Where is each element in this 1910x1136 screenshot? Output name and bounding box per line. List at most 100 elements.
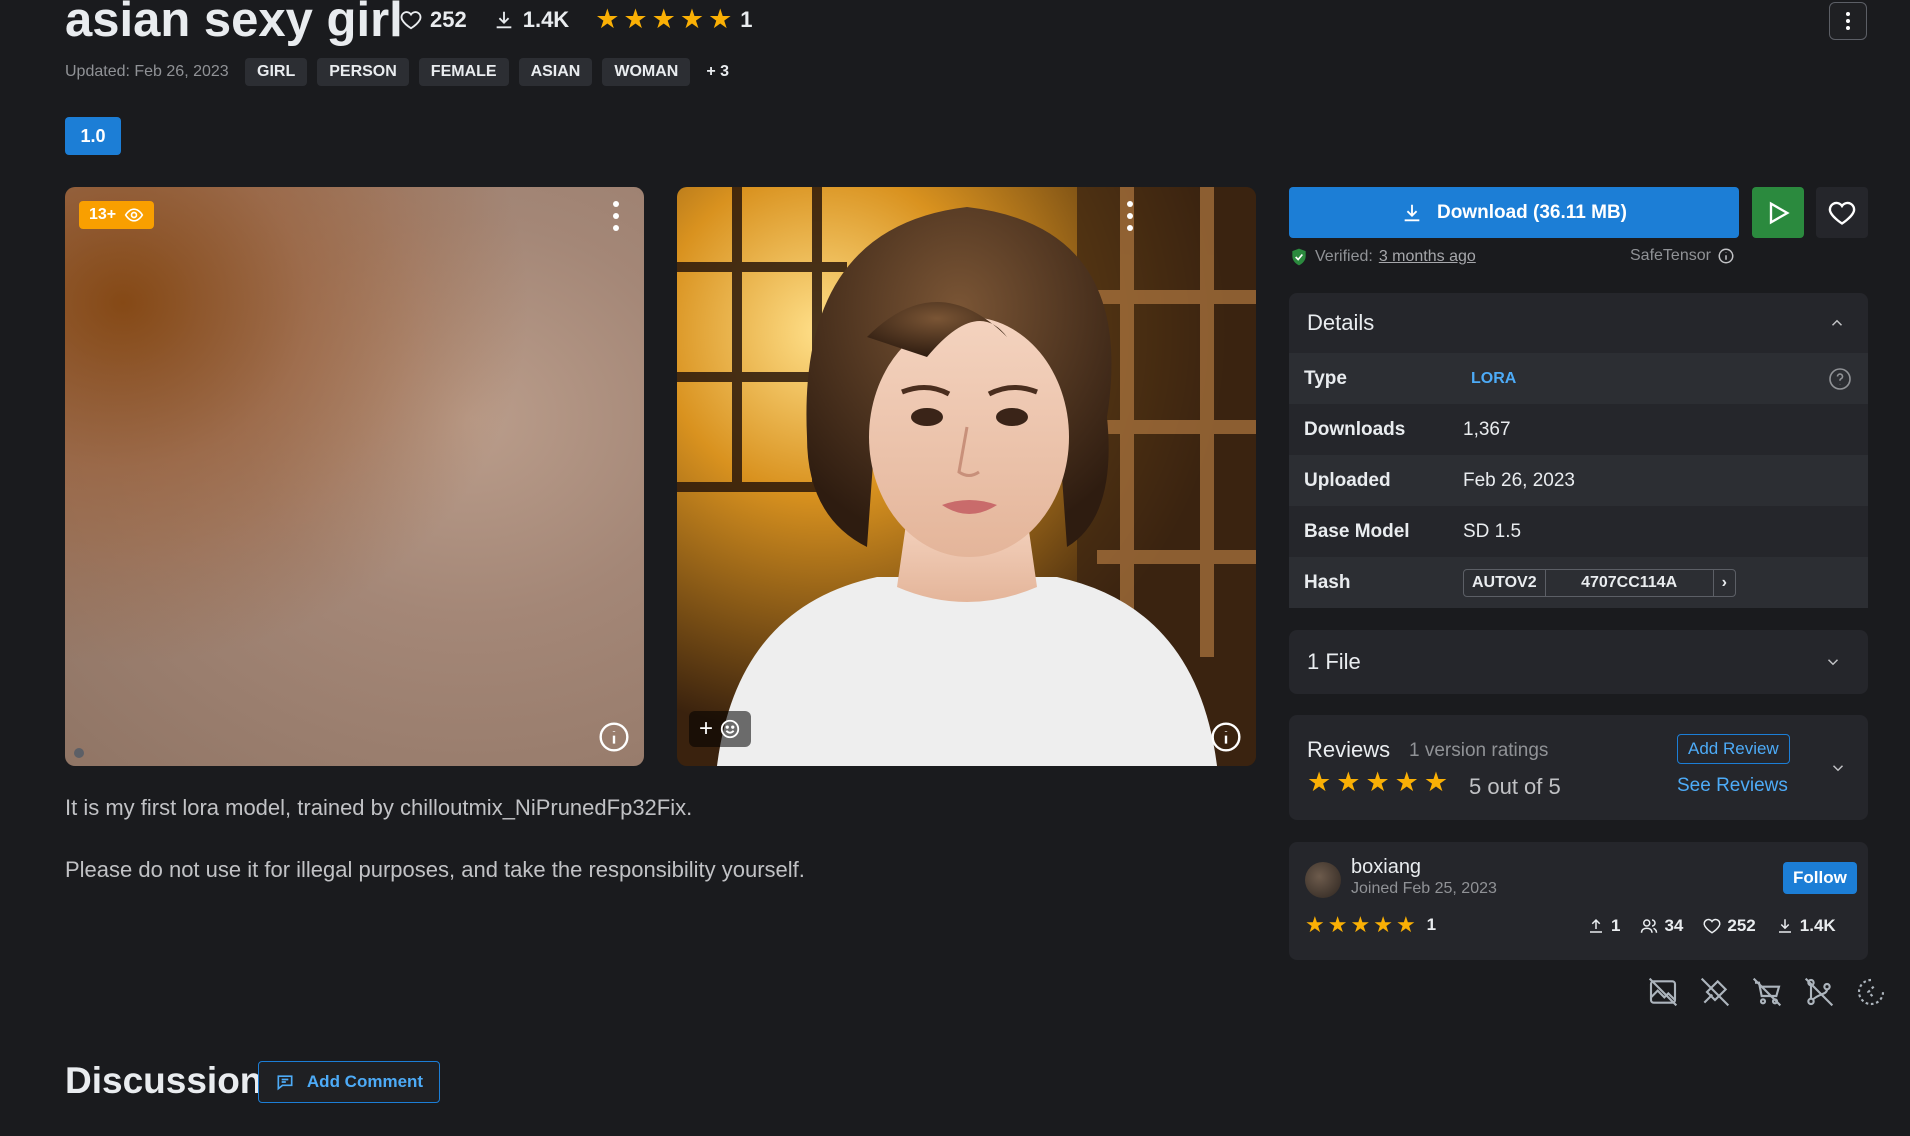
star-icon: ★ <box>1423 767 1449 797</box>
star-icon: ★ <box>1327 912 1348 937</box>
plus-icon: + <box>699 715 714 742</box>
download-icon <box>496 11 512 28</box>
star-icon: ★ <box>1365 767 1390 797</box>
detail-value: SD 1.5 <box>1463 520 1522 542</box>
reviews-count: 1 version ratings <box>1409 740 1549 761</box>
eye-icon <box>124 208 144 222</box>
info-icon[interactable] <box>1210 721 1242 753</box>
updated-date: Updated: Feb 26, 2023 <box>65 63 229 80</box>
detail-row-type: Type LORA <box>1289 353 1868 404</box>
star-icon: ★ <box>1373 912 1393 937</box>
star-icon: ★ <box>651 4 676 34</box>
model-preview-image[interactable]: + <box>677 187 1256 766</box>
heart-icon <box>1828 201 1856 225</box>
format-label: SafeTensor <box>1630 247 1711 264</box>
page-title: asian sexy girl <box>65 0 403 47</box>
details-panel: Details Type LORA Downloads 1,367 Upload… <box>1289 293 1868 608</box>
download-icon <box>1778 919 1791 933</box>
download-label: Download (36.11 MB) <box>1436 201 1628 223</box>
avatar[interactable] <box>1305 862 1341 898</box>
detail-row-downloads: Downloads 1,367 <box>1289 404 1868 455</box>
no-generation-service-icon[interactable] <box>1699 976 1731 1008</box>
creator-rating: ★ ★ ★ ★ ★ 1 <box>1305 914 1436 936</box>
run-button[interactable] <box>1752 187 1804 238</box>
hash-value[interactable]: 4707CC114A <box>1546 569 1714 596</box>
tag-girl[interactable]: GIRL <box>245 58 308 86</box>
details-title: Details <box>1307 310 1375 335</box>
kebab-icon <box>1843 12 1853 30</box>
followers-stat: 34 <box>1640 916 1683 936</box>
rating-stars: ★ ★ ★ ★ ★ <box>595 6 732 33</box>
add-reaction-button[interactable]: + <box>689 711 752 747</box>
version-tab[interactable]: 1.0 <box>65 117 121 155</box>
tag-woman[interactable]: WOMAN <box>602 58 691 86</box>
detail-label: Type <box>1304 367 1347 389</box>
details-table: Type LORA Downloads 1,367 Uploaded Feb 2… <box>1289 353 1868 608</box>
star-icon: ★ <box>1394 767 1419 797</box>
upload-icon <box>1590 918 1602 933</box>
file-format: SafeTensor <box>1630 247 1735 265</box>
downloads-stat: 1.4K <box>1776 916 1836 936</box>
star-icon: ★ <box>1307 767 1332 797</box>
creator-rating-count: 1 <box>1426 915 1437 934</box>
star-icon: ★ <box>1350 912 1371 937</box>
creator-stats: 1 34 252 1.4K <box>1587 916 1836 936</box>
chevron-right-icon[interactable]: › <box>1714 570 1735 596</box>
tag-asian[interactable]: ASIAN <box>518 58 593 86</box>
followers-count: 34 <box>1664 916 1684 935</box>
follow-button[interactable]: Follow <box>1783 862 1857 894</box>
detail-label: Base Model <box>1304 520 1410 542</box>
star-icon: ★ <box>623 4 648 34</box>
smiley-icon <box>720 719 740 739</box>
type-badge: LORA <box>1471 369 1517 387</box>
creator-name[interactable]: boxiang <box>1351 856 1421 879</box>
chevron-down-icon[interactable] <box>1829 759 1847 777</box>
star-icon: ★ <box>679 4 705 34</box>
users-icon <box>1641 919 1658 933</box>
comment-icon <box>277 1075 293 1091</box>
likes-count: 252 <box>1727 916 1756 935</box>
no-credit-icon[interactable] <box>1855 976 1887 1008</box>
like-count: 252 <box>430 6 467 32</box>
uploads-stat: 1 <box>1587 916 1620 936</box>
download-button[interactable]: Download (36.11 MB) <box>1289 187 1739 238</box>
detail-label: Downloads <box>1304 418 1406 440</box>
add-review-button[interactable]: Add Review <box>1677 734 1790 764</box>
star-icon: ★ <box>1305 912 1325 937</box>
see-reviews-link[interactable]: See Reviews <box>1677 775 1788 797</box>
reviews-score: 5 out of 5 <box>1469 774 1561 799</box>
detail-value: Feb 26, 2023 <box>1463 469 1575 491</box>
tag-female[interactable]: FEMALE <box>418 58 509 86</box>
rating-count: 1 <box>740 6 753 32</box>
rating-stat[interactable]: ★ ★ ★ ★ ★ 1 <box>595 6 752 33</box>
info-icon[interactable] <box>598 721 630 753</box>
no-image-sell-icon[interactable] <box>1647 976 1679 1008</box>
more-tags-button[interactable]: + 3 <box>700 58 735 86</box>
downloads-count: 1.4K <box>1799 916 1836 935</box>
description-line-2: Please do not use it for illegal purpose… <box>65 857 805 882</box>
image-menu-icon[interactable] <box>1125 201 1135 231</box>
details-header[interactable]: Details <box>1289 293 1868 353</box>
likes-stat: 252 <box>1703 916 1756 936</box>
help-icon[interactable] <box>1828 367 1852 391</box>
nsfw-badge[interactable]: 13+ <box>79 201 155 229</box>
info-icon[interactable] <box>1717 247 1735 265</box>
detail-row-base-model: Base Model SD 1.5 <box>1289 506 1868 557</box>
add-comment-button[interactable]: Add Comment <box>258 1061 440 1103</box>
verified-status: Verified: 3 months ago <box>1289 247 1476 267</box>
verified-time-link[interactable]: 3 months ago <box>1379 248 1476 266</box>
image-menu-icon[interactable] <box>611 201 621 231</box>
reviews-stars: ★ ★ ★ ★ ★ <box>1307 769 1448 796</box>
creator-card: boxiang Joined Feb 25, 2023 Follow ★ ★ ★… <box>1289 842 1868 960</box>
favorite-button[interactable] <box>1816 187 1868 238</box>
no-commercial-icon[interactable] <box>1751 976 1783 1008</box>
blurred-image-card[interactable]: 13+ <box>65 187 644 766</box>
chevron-down-icon <box>1827 659 1839 666</box>
files-accordion[interactable]: 1 File <box>1289 630 1868 694</box>
hash-copy-field[interactable]: AUTOV2 4707CC114A › <box>1463 568 1736 597</box>
more-menu-button[interactable] <box>1829 2 1867 40</box>
heart-icon <box>400 10 422 29</box>
hash-type[interactable]: AUTOV2 <box>1464 569 1546 596</box>
tag-person[interactable]: PERSON <box>317 58 409 86</box>
no-merge-icon[interactable] <box>1803 976 1835 1008</box>
